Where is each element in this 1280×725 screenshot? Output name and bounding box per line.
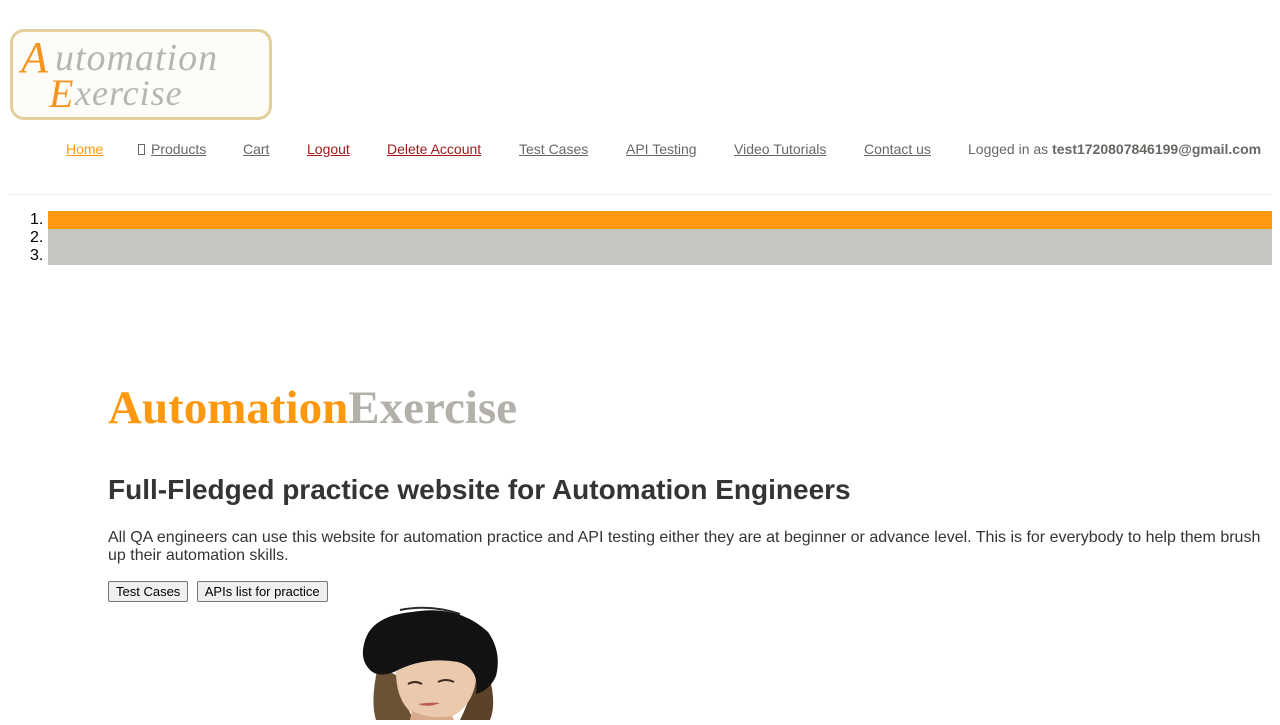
logged-in-user: test1720807846199@gmail.com xyxy=(1052,141,1262,157)
carousel-indicators: 1. 2. 3. xyxy=(0,211,1280,265)
logged-in-status: Logged in as test1720807846199@gmail.com xyxy=(968,141,1261,157)
nav-home[interactable]: Home xyxy=(66,141,103,157)
brand-part-exercise: Exercise xyxy=(348,382,518,434)
carousel-indicator: 1. xyxy=(0,211,1280,229)
nav-delete-account[interactable]: Delete Account xyxy=(387,141,481,157)
svg-text:xercise: xercise xyxy=(74,73,183,113)
nav-video-tutorials[interactable]: Video Tutorials xyxy=(734,141,826,157)
indicator-number: 2. xyxy=(30,229,44,246)
hero-description: All QA engineers can use this website fo… xyxy=(108,529,1261,564)
nav-products-label: Products xyxy=(151,141,207,157)
nav-contact-us[interactable]: Contact us xyxy=(864,141,931,157)
indicator-bar[interactable] xyxy=(48,229,1272,247)
site-logo[interactable]: A utomation E xercise xyxy=(10,29,272,120)
svg-text:E: E xyxy=(48,71,73,116)
carousel-indicator: 3. xyxy=(0,247,1280,265)
carousel-indicator: 2. xyxy=(0,229,1280,247)
hero-brand: AutomationExercise xyxy=(108,380,517,436)
brand-part-automation: Automation xyxy=(108,382,349,434)
nav-api-testing[interactable]: API Testing xyxy=(626,141,697,157)
header-divider xyxy=(8,194,1272,195)
hero-buttons: Test Cases APIs list for practice xyxy=(108,581,332,602)
nav-test-cases[interactable]: Test Cases xyxy=(519,141,588,157)
logo-graphic: A utomation E xercise xyxy=(18,33,217,116)
indicator-number: 1. xyxy=(30,211,44,228)
nav-products[interactable]: Products xyxy=(138,141,206,157)
main-nav: Home Products Cart Logout Delete Account… xyxy=(0,139,1280,159)
apis-list-button[interactable]: APIs list for practice xyxy=(196,581,328,602)
svg-text:A: A xyxy=(18,33,49,82)
indicator-bar[interactable] xyxy=(48,247,1272,265)
indicator-bar[interactable] xyxy=(48,211,1272,229)
indicator-number: 3. xyxy=(30,247,44,264)
product-icon xyxy=(138,144,145,155)
nav-logout[interactable]: Logout xyxy=(307,141,350,157)
hero-title: Full-Fledged practice website for Automa… xyxy=(108,474,851,505)
logged-in-prefix: Logged in as xyxy=(968,141,1049,157)
test-cases-button[interactable]: Test Cases xyxy=(108,581,189,602)
nav-cart[interactable]: Cart xyxy=(243,141,269,157)
hero-model-image xyxy=(340,606,520,720)
